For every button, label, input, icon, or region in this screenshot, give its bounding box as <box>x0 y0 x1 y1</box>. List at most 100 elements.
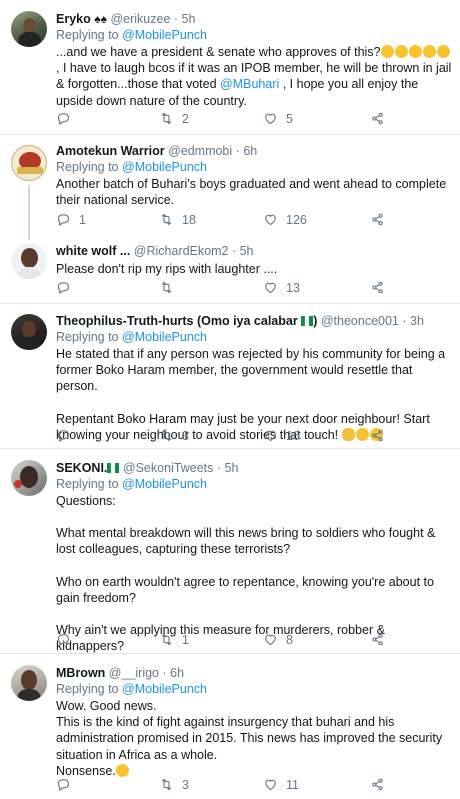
mention-link[interactable]: @MobilePunch <box>122 160 207 174</box>
replying-to: Replying to @MobilePunch <box>56 330 207 344</box>
avatar[interactable] <box>11 243 47 279</box>
tweet-actions: 2 5 <box>56 111 396 129</box>
retweet-button[interactable]: 1 <box>159 632 189 647</box>
like-icon <box>263 212 278 227</box>
share-button[interactable] <box>370 280 385 295</box>
retweet-button[interactable]: 3 <box>159 777 189 792</box>
tweet-text: Please don't rip my rips with laughter .… <box>56 262 278 276</box>
tweet-actions: 3 11 <box>56 777 396 795</box>
share-icon <box>370 111 385 126</box>
mention-link[interactable]: @MobilePunch <box>122 28 207 42</box>
tweet-eryko[interactable]: Eryko ♠♠ @erikuzee · 5h Replying to @Mob… <box>0 0 460 134</box>
retweet-icon <box>159 632 174 647</box>
like-button[interactable]: 16 <box>263 428 300 443</box>
like-icon <box>263 428 278 443</box>
reply-button[interactable]: 1 <box>56 212 86 227</box>
replying-to: Replying to @MobilePunch <box>56 28 207 42</box>
mention-link[interactable]: @MobilePunch <box>122 682 207 696</box>
display-name[interactable]: Theophilus-Truth-hurts (Omo iya calabar … <box>56 314 317 328</box>
reply-button[interactable] <box>56 280 79 295</box>
handle[interactable]: @theonce001 <box>321 314 399 328</box>
tweet-actions: 1 8 <box>56 632 396 650</box>
like-button[interactable]: 126 <box>263 212 307 227</box>
retweet-button[interactable]: 18 <box>159 212 196 227</box>
reply-icon <box>56 428 71 443</box>
frowning-emoji <box>115 763 129 777</box>
like-icon <box>263 632 278 647</box>
share-button[interactable] <box>370 212 385 227</box>
display-name[interactable]: MBrown <box>56 666 105 680</box>
mention-link[interactable]: @MobilePunch <box>122 330 207 344</box>
handle[interactable]: @RichardEkom2 <box>134 244 229 258</box>
reply-icon <box>56 280 71 295</box>
retweet-icon <box>159 280 174 295</box>
tweet-white-wolf[interactable]: white wolf ... @RichardEkom2 · 5h Please… <box>0 240 460 303</box>
like-button[interactable]: 8 <box>263 632 293 647</box>
share-button[interactable] <box>370 777 385 792</box>
like-icon <box>263 280 278 295</box>
display-name[interactable]: Amotekun Warrior <box>56 144 165 158</box>
share-button[interactable] <box>370 111 385 126</box>
tweet-mbrown[interactable]: MBrown @__irigo · 6h Replying to @Mobile… <box>0 654 460 799</box>
display-name[interactable]: SEKONI. <box>56 461 120 475</box>
tweet-actions: 3 16 <box>56 428 396 446</box>
like-button[interactable]: 13 <box>263 280 300 295</box>
share-button[interactable] <box>370 632 385 647</box>
replying-to: Replying to @MobilePunch <box>56 160 207 174</box>
dot-separator: · <box>173 12 179 26</box>
share-icon <box>370 212 385 227</box>
mention-link[interactable]: @MobilePunch <box>122 477 207 491</box>
display-name[interactable]: white wolf ... <box>56 244 130 258</box>
nigeria-flag-icon <box>107 463 120 473</box>
share-icon <box>370 428 385 443</box>
avatar[interactable] <box>11 460 47 496</box>
mention-link[interactable]: @MBuhari <box>220 77 279 91</box>
reply-button[interactable] <box>56 777 79 792</box>
retweet-icon <box>159 212 174 227</box>
reply-button[interactable] <box>56 632 79 647</box>
avatar[interactable] <box>11 665 47 701</box>
handle[interactable]: @__irigo <box>109 666 159 680</box>
thread-line <box>28 185 30 240</box>
like-button[interactable]: 11 <box>263 777 299 792</box>
timestamp[interactable]: 6h <box>243 144 257 158</box>
handle[interactable]: @erikuzee <box>110 12 170 26</box>
timestamp[interactable]: 5h <box>182 12 196 26</box>
reply-button[interactable] <box>56 111 79 126</box>
like-icon <box>263 777 278 792</box>
avatar[interactable] <box>11 11 47 47</box>
replying-to: Replying to @MobilePunch <box>56 682 207 696</box>
timestamp[interactable]: 5h <box>225 461 239 475</box>
share-icon <box>370 777 385 792</box>
retweet-button[interactable]: 2 <box>159 111 189 126</box>
reply-button[interactable] <box>56 428 79 443</box>
handle[interactable]: @edmmobi <box>168 144 232 158</box>
retweet-icon <box>159 428 174 443</box>
like-button[interactable]: 5 <box>263 111 293 126</box>
timestamp[interactable]: 6h <box>170 666 184 680</box>
retweet-button[interactable]: 3 <box>159 428 189 443</box>
tweet-text: Another batch of Buhari's boys graduated… <box>56 177 447 208</box>
share-button[interactable] <box>370 428 385 443</box>
retweet-icon <box>159 111 174 126</box>
like-icon <box>263 111 278 126</box>
avatar[interactable] <box>11 145 47 181</box>
handle[interactable]: @SekoniTweets <box>123 461 214 475</box>
retweet-button[interactable] <box>159 280 182 295</box>
avatar[interactable] <box>11 314 47 350</box>
tweet-sekoni[interactable]: SEKONI. @SekoniTweets · 5h Replying to @… <box>0 449 460 653</box>
nigeria-flag-icon <box>301 316 314 326</box>
share-icon <box>370 280 385 295</box>
reply-icon <box>56 111 71 126</box>
display-name[interactable]: Eryko <box>56 12 91 26</box>
tweet-theophilus[interactable]: Theophilus-Truth-hurts (Omo iya calabar … <box>0 304 460 448</box>
reply-icon <box>56 777 71 792</box>
spade-emoji: ♠♠ <box>94 12 107 26</box>
reply-icon <box>56 632 71 647</box>
tweet-amotekun-warrior[interactable]: Amotekun Warrior @edmmobi · 6h Replying … <box>0 135 460 240</box>
tweet-text: Questions: What mental breakdown will th… <box>56 494 436 654</box>
laughing-emoji-group <box>380 45 451 59</box>
timestamp[interactable]: 3h <box>410 314 424 328</box>
tweet-actions: 13 <box>56 280 396 298</box>
timestamp[interactable]: 5h <box>240 244 254 258</box>
